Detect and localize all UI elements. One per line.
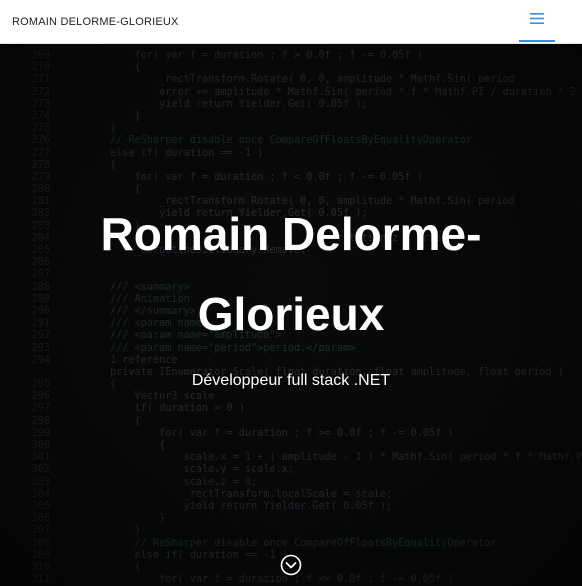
navbar: ROMAIN DELORME-GLORIEUX [0,0,582,44]
chevron-down-circle-icon [280,554,302,576]
hero-section: 269 for( var f = duration ; f > 0.0f ; f… [0,44,582,586]
scroll-down-button[interactable] [280,554,302,576]
menu-toggle-button[interactable] [519,8,555,42]
hero-subtitle: Développeur full stack .NET [191,372,391,389]
hero-title: Romain Delorme-Glorieux [100,208,482,340]
hamburger-menu-icon [530,13,544,24]
brand-link[interactable]: ROMAIN DELORME-GLORIEUX [12,16,179,28]
